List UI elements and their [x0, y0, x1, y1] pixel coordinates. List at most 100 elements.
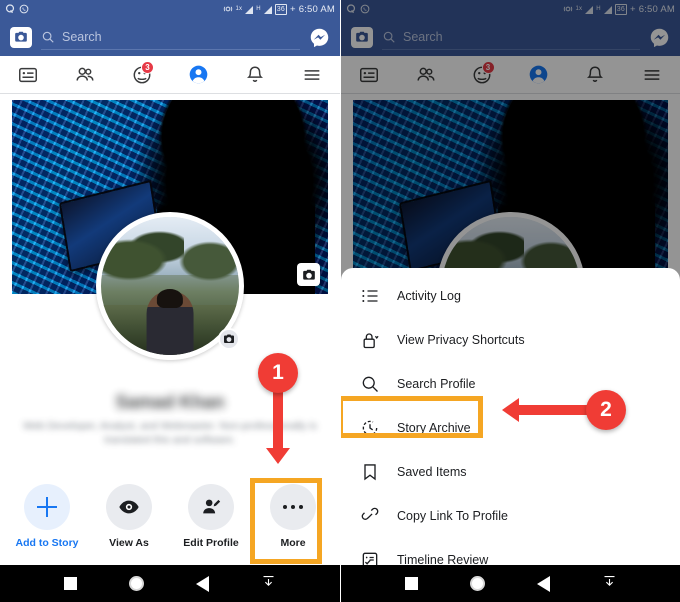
- camera-icon: [224, 334, 234, 343]
- edit-profile-label: Edit Profile: [183, 537, 239, 549]
- timeline-review-icon: [359, 549, 381, 565]
- clock-archive-icon: [359, 417, 381, 439]
- sidebar-item-friends[interactable]: [57, 56, 114, 93]
- menu-item-saved-items[interactable]: Saved Items: [341, 450, 680, 494]
- edit-profile-button[interactable]: Edit Profile: [175, 478, 247, 549]
- annotation-1-number: 1: [272, 361, 284, 384]
- quora-icon: [5, 4, 15, 14]
- menu-label: Story Archive: [397, 421, 471, 435]
- signal-bars-2-icon: [263, 6, 272, 14]
- android-nav-bar: [0, 565, 340, 602]
- menu-item-activity-log[interactable]: Activity Log: [341, 274, 680, 318]
- annotation-1-arrowhead: [266, 448, 290, 464]
- charging-icon: +: [289, 3, 296, 15]
- more-button[interactable]: More: [257, 478, 329, 549]
- search-icon: [41, 30, 55, 44]
- hamburger-menu-icon: [304, 69, 320, 80]
- view-as-button[interactable]: View As: [93, 478, 165, 549]
- network-type-2: H: [256, 6, 261, 12]
- right-screen: 1x H 36 + 6:50 AM Search 3 Activity Log …: [340, 0, 680, 602]
- annotation-2-number: 2: [600, 398, 612, 421]
- menu-label: Timeline Review: [397, 553, 489, 565]
- status-bar-left: [5, 4, 29, 14]
- plus-icon: [36, 496, 58, 518]
- groups-badge: 3: [141, 61, 155, 74]
- annotation-1-shaft: [273, 390, 283, 450]
- edit-profile-picture-button[interactable]: [218, 328, 240, 350]
- news-feed-icon: [19, 67, 38, 82]
- menu-label: Activity Log: [397, 289, 461, 303]
- android-nav-bar: [341, 565, 680, 602]
- annotation-circle-1: 1: [258, 353, 298, 393]
- pfp-tree-right: [170, 230, 239, 295]
- link-icon: [359, 505, 381, 527]
- battery-level: 36: [274, 3, 287, 15]
- pfp-person-head: [156, 288, 184, 309]
- app-header: Search: [0, 18, 340, 56]
- edit-cover-photo-button[interactable]: [297, 263, 320, 286]
- clock-time: 6:50 AM: [298, 3, 335, 15]
- sidebar-item-profile[interactable]: [170, 56, 227, 93]
- profile-picture-container[interactable]: [96, 212, 244, 360]
- tab-bar: 3: [0, 56, 340, 94]
- menu-label: View Privacy Shortcuts: [397, 333, 525, 347]
- edit-profile-icon: [203, 499, 221, 514]
- menu-item-view-privacy-shortcuts[interactable]: View Privacy Shortcuts: [341, 318, 680, 362]
- menu-label: Saved Items: [397, 465, 467, 479]
- bell-icon: [247, 65, 264, 82]
- profile-name: Samad Khan: [115, 392, 225, 412]
- profile-icon: [189, 65, 208, 84]
- profile-name-block: Samad Khan Web Developer, Analyst, and W…: [0, 392, 340, 447]
- menu-item-timeline-review[interactable]: Timeline Review: [341, 538, 680, 565]
- list-icon: [359, 285, 381, 307]
- circle-home-icon[interactable]: [469, 576, 485, 591]
- camera-icon: [302, 269, 315, 280]
- annotation-circle-2: 2: [586, 390, 626, 430]
- more-bubble: [270, 484, 316, 530]
- status-bar: 1x H 36 + 6:50 AM: [0, 0, 340, 18]
- camera-icon: [15, 31, 27, 42]
- lock-icon: [359, 329, 381, 351]
- signal-bars-1-icon: [245, 6, 254, 14]
- bookmark-icon: [359, 461, 381, 483]
- search-bar[interactable]: Search: [41, 24, 300, 50]
- menu-label: Search Profile: [397, 377, 476, 391]
- whatsapp-icon: [19, 4, 29, 14]
- add-to-story-button[interactable]: Add to Story: [11, 478, 83, 549]
- network-roaming-icon: [223, 4, 233, 14]
- hide-keyboard-icon[interactable]: [602, 574, 617, 594]
- left-screen: 1x H 36 + 6:50 AM Search 3 Samad Khan We…: [0, 0, 340, 602]
- search-input[interactable]: Search: [62, 30, 102, 44]
- view-as-label: View As: [109, 537, 149, 549]
- camera-button[interactable]: [10, 26, 32, 48]
- add-to-story-label: Add to Story: [15, 537, 79, 549]
- sidebar-item-notifications[interactable]: [227, 56, 284, 93]
- messenger-icon: [310, 28, 329, 47]
- hide-keyboard-icon[interactable]: [261, 574, 276, 594]
- circle-home-icon[interactable]: [129, 576, 144, 591]
- friends-icon: [76, 67, 94, 81]
- profile-action-row: Add to Story View As Edit Profile More: [0, 478, 340, 549]
- triangle-back-icon[interactable]: [196, 575, 209, 592]
- triangle-back-icon[interactable]: [536, 575, 550, 592]
- more-label: More: [280, 537, 306, 549]
- square-recents-icon[interactable]: [404, 577, 418, 590]
- edit-profile-bubble: [188, 484, 234, 530]
- status-bar-right: 1x H 36 + 6:50 AM: [223, 3, 336, 15]
- ellipsis-icon: [282, 504, 304, 510]
- annotation-2-arrowhead: [502, 398, 519, 422]
- sidebar-item-news-feed[interactable]: [0, 56, 57, 93]
- view-as-bubble: [106, 484, 152, 530]
- add-to-story-bubble: [24, 484, 70, 530]
- square-recents-icon[interactable]: [64, 577, 77, 590]
- menu-item-copy-link-to-profile[interactable]: Copy Link To Profile: [341, 494, 680, 538]
- search-icon: [359, 373, 381, 395]
- menu-label: Copy Link To Profile: [397, 509, 508, 523]
- messenger-button[interactable]: [309, 27, 330, 48]
- sidebar-item-menu[interactable]: [283, 56, 340, 93]
- profile-bio: Web Developer, Analyst, and Webmaster. N…: [23, 420, 317, 446]
- eye-icon: [119, 500, 139, 514]
- network-type-1: 1x: [235, 6, 243, 12]
- annotation-2-shaft: [519, 405, 593, 415]
- sidebar-item-groups[interactable]: 3: [113, 56, 170, 93]
